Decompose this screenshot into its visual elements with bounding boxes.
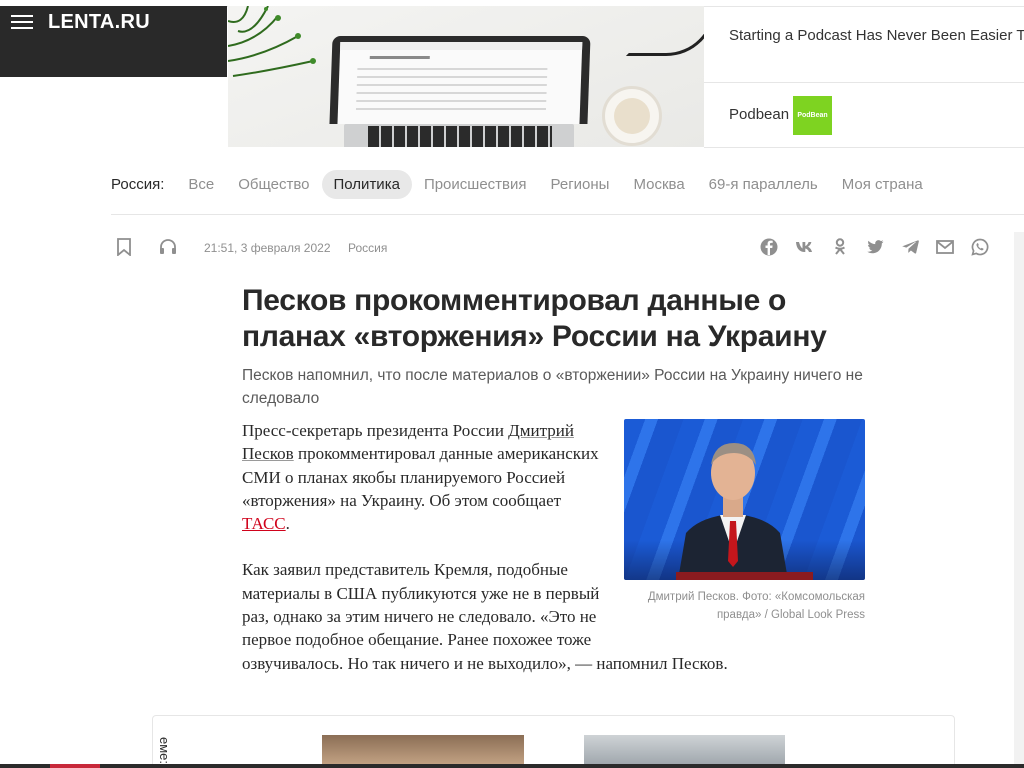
laptop-illustration [329,36,591,124]
nav-item-regions[interactable]: Регионы [539,170,622,199]
ad-brand-link[interactable]: Podbean [729,106,789,123]
odnoklassniki-icon[interactable] [829,236,851,258]
right-scroll-rail [1014,232,1024,768]
mail-icon[interactable] [934,236,956,258]
cable-illustration [626,6,704,56]
article-body: Дмитрий Песков. Фото: «Комсомольская пра… [242,419,865,698]
nav-item-politics[interactable]: Политика [321,169,412,199]
ad-text-block: Starting a Podcast Has Never Been Easier… [704,6,1024,148]
vk-icon[interactable] [793,236,815,258]
coffee-cup-illustration [602,86,662,146]
article-photo[interactable] [624,419,865,580]
category-nav: Россия: Все Общество Политика Происшеств… [111,168,935,200]
site-logo[interactable]: LENTA.RU [48,11,150,34]
ad-banner-image[interactable] [228,6,704,147]
nav-item-69-parallel[interactable]: 69-я параллель [697,170,830,199]
nav-section-label: Россия: [111,175,165,193]
paragraph-text: . [285,514,290,534]
laptop-keyboard [368,126,552,147]
menu-icon[interactable] [11,15,33,29]
nav-item-moscow[interactable]: Москва [621,170,696,199]
paragraph-text: прокомментировал данные американских СМИ… [242,444,599,510]
related-label: еме: [157,737,172,765]
site-header: LENTA.RU [0,6,227,77]
paragraph-text: Пресс-секретарь президента России [242,421,509,440]
headphones-icon[interactable] [157,236,179,258]
facebook-icon[interactable] [758,236,780,258]
plant-illustration [228,6,316,77]
bookmark-icon[interactable] [113,236,135,258]
article-headline: Песков прокомментировал данные о планах … [242,284,827,353]
telegram-icon[interactable] [899,236,921,258]
article-lead: Песков напомнил, что после материалов о … [242,367,863,407]
article-meta-row: 21:51, 3 февраля 2022 Россия [111,236,996,258]
nav-item-incidents[interactable]: Происшествия [412,170,539,199]
related-news-block [152,715,955,768]
nav-item-society[interactable]: Общество [226,170,321,199]
person-photo-illustration [678,443,788,580]
bottom-bar [0,764,1024,768]
photo-caption: Дмитрий Песков. Фото: «Комсомольская пра… [647,591,865,621]
tass-source-link[interactable]: ТАСС [242,514,286,533]
nav-item-all[interactable]: Все [176,170,226,199]
podbean-logo[interactable]: PodBean [793,96,832,135]
article-photo-block: Дмитрий Песков. Фото: «Комсомольская пра… [624,419,865,624]
ad-title-link[interactable]: Starting a Podcast Has Never Been Easier… [729,25,1024,47]
whatsapp-icon[interactable] [969,236,991,258]
ad-divider [704,82,1024,83]
nav-divider [111,214,1024,215]
article-date: 21:51, 3 февраля 2022 [204,241,331,255]
twitter-icon[interactable] [864,236,886,258]
article-rubric-link[interactable]: Россия [348,241,387,255]
nav-item-my-country[interactable]: Моя страна [830,170,935,199]
